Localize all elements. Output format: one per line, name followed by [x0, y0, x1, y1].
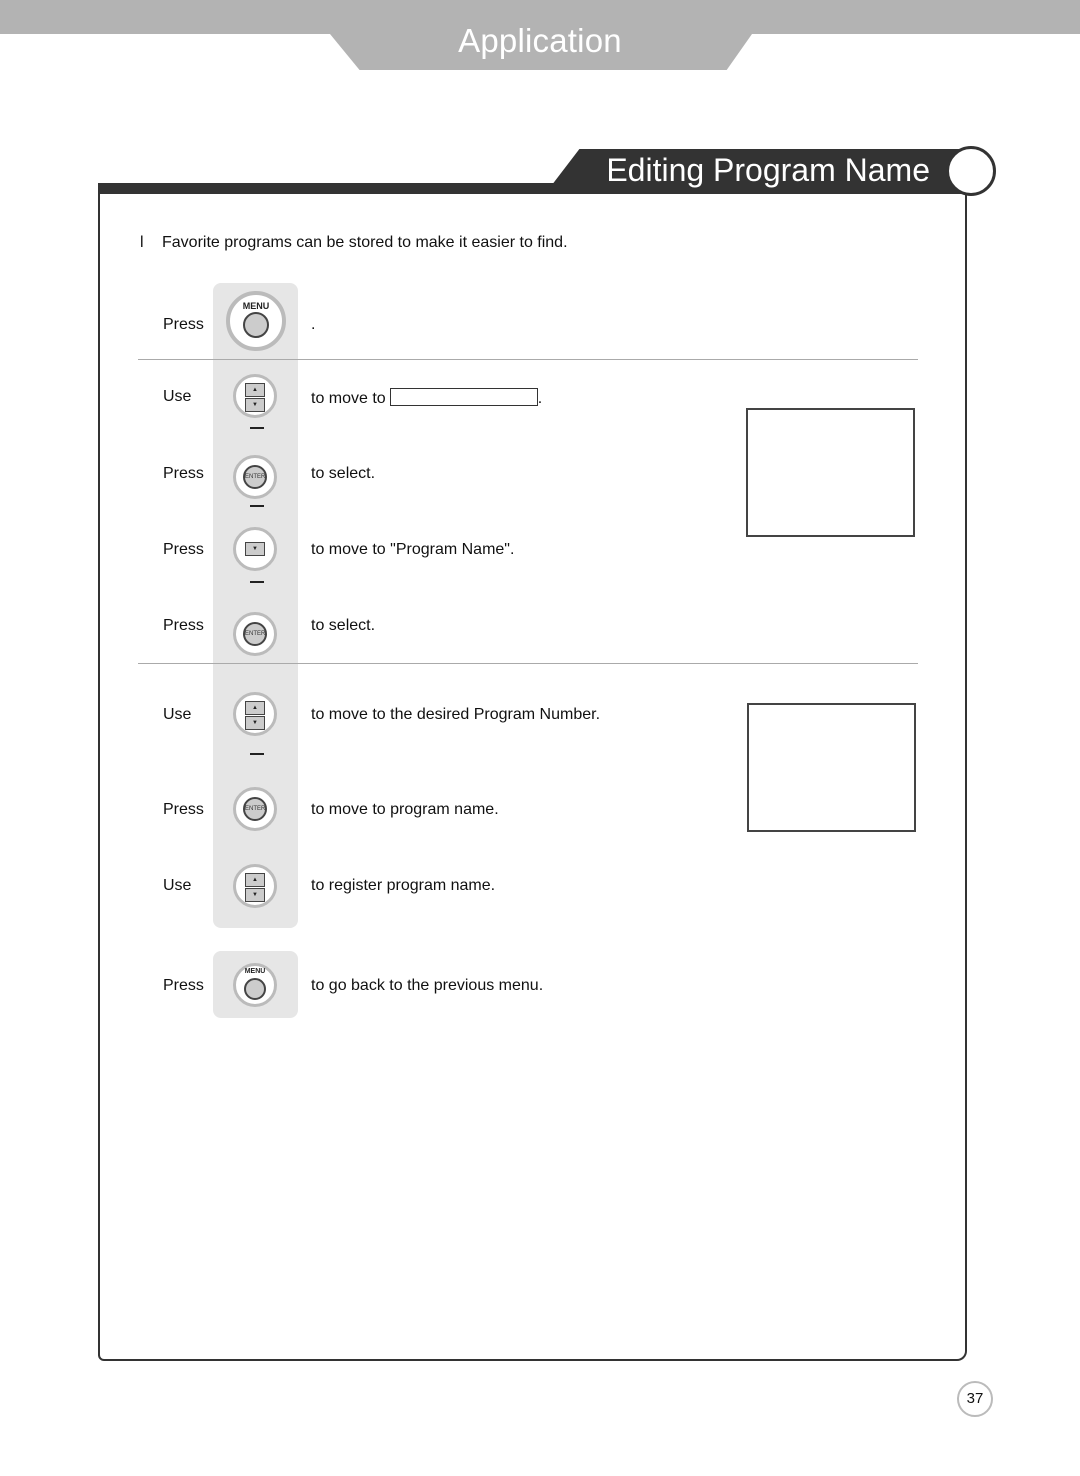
step-verb: Press	[163, 617, 204, 634]
step-desc-trailing: .	[537, 390, 543, 407]
pr-down-icon: ▼	[245, 888, 265, 902]
step-desc: to move to "Program Name".	[311, 541, 515, 558]
separator-dash	[250, 753, 264, 755]
screen-illustration	[747, 703, 916, 832]
screen-illustration	[746, 408, 915, 537]
pr-up-icon: ▲	[245, 383, 265, 397]
menu-label: MENU	[242, 301, 270, 311]
enter-button-icon: ENTER	[233, 787, 277, 831]
enter-label: ENTER	[243, 465, 267, 489]
intro-text: Favorite programs can be stored to make …	[162, 234, 568, 251]
menu-button-icon: MENU	[226, 291, 286, 351]
pr-down-icon: ▼	[245, 398, 265, 412]
step-desc: to select.	[311, 617, 376, 634]
separator-dash	[250, 505, 264, 507]
divider	[138, 663, 918, 664]
step-verb: Press	[163, 801, 204, 818]
step-verb: Use	[163, 877, 192, 894]
step-verb: Press	[163, 977, 204, 994]
separator-dash	[250, 581, 264, 583]
pr-down-icon: ▼	[245, 716, 265, 730]
divider	[138, 359, 918, 360]
pr-up-down-button-icon: ▲ ▼	[233, 374, 277, 418]
enter-button-icon: ENTER	[233, 612, 277, 656]
pr-down-icon: ▼	[245, 542, 265, 556]
step-desc: .	[311, 316, 316, 333]
enter-label: ENTER	[243, 622, 267, 646]
pr-down-button-icon: ▼	[233, 527, 277, 571]
intro-line: l Favorite programs can be stored to make…	[140, 234, 568, 252]
section-title: Editing Program Name	[606, 152, 930, 188]
step-verb: Use	[163, 706, 192, 723]
step-verb: Press	[163, 465, 204, 482]
pr-up-icon: ▲	[245, 873, 265, 887]
separator-dash	[250, 427, 264, 429]
pr-up-icon: ▲	[245, 701, 265, 715]
pr-up-down-button-icon: ▲ ▼	[233, 864, 277, 908]
step-desc: to move to program name.	[311, 801, 499, 818]
step-desc-text: to move to	[311, 390, 386, 407]
step-verb: Press	[163, 541, 204, 558]
step-verb: Use	[163, 388, 192, 405]
enter-label: ENTER	[243, 797, 267, 821]
step-desc: to register program name.	[311, 877, 496, 894]
page-header-title: Application	[458, 22, 622, 59]
menu-label: MENU	[244, 968, 266, 975]
menu-button-icon: MENU	[233, 963, 277, 1007]
enter-button-icon: ENTER	[233, 455, 277, 499]
step-desc: to move to.	[311, 388, 542, 408]
menu-item-placeholder-box	[389, 388, 538, 406]
menu-cap	[244, 977, 266, 1000]
step-desc: to select.	[311, 465, 376, 482]
page-number: 37	[957, 1381, 993, 1417]
step-desc: to go back to the previous menu.	[311, 977, 544, 994]
section-circle-icon	[946, 146, 996, 196]
step-desc: to move to the desired Program Number.	[311, 706, 601, 723]
step-verb: Press	[163, 316, 204, 333]
bullet-icon: l	[140, 234, 144, 251]
menu-cap	[243, 312, 269, 339]
pr-up-down-button-icon: ▲ ▼	[233, 692, 277, 736]
